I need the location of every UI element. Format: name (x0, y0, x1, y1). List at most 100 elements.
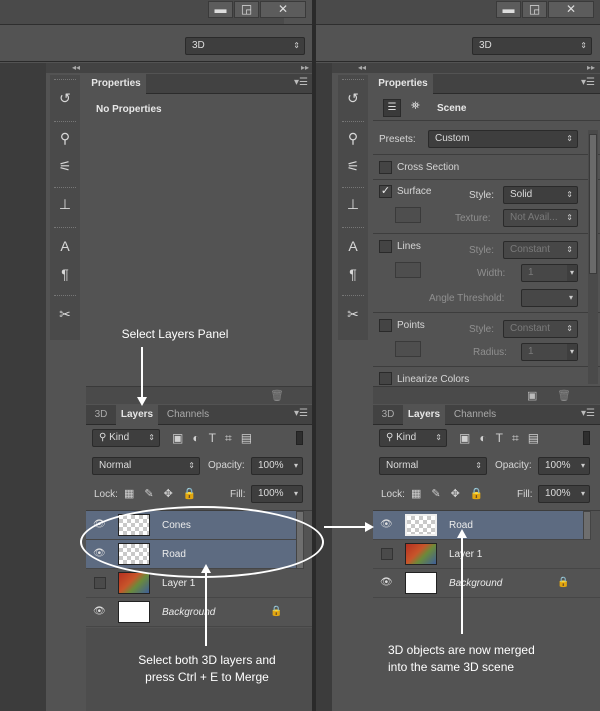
opacity-field[interactable]: 100% ▾ (251, 457, 303, 475)
layer-thumbnail (118, 601, 150, 623)
dock-collapse-bar[interactable]: ◂◂ ▸▸ (46, 63, 314, 73)
presets-dropdown[interactable]: Custom ⇕ (428, 130, 578, 148)
blend-mode-dropdown[interactable]: Normal ⇕ (92, 457, 200, 475)
surface-style-dropdown[interactable]: Solid ⇕ (503, 186, 578, 204)
lock-pixels-icon[interactable]: ✎ (431, 488, 450, 500)
visibility-toggle[interactable] (381, 548, 393, 560)
lines-checkbox[interactable] (379, 240, 392, 253)
minimize-button[interactable]: ▬ (208, 1, 233, 18)
layer-row[interactable]: 👁 Background 🔒 (86, 598, 312, 627)
history-icon[interactable]: ↺ (338, 87, 368, 109)
clone-source-icon[interactable]: ⊥ (50, 193, 80, 215)
adjustment-filter-icon[interactable]: ◐ (192, 431, 208, 445)
layers-scrollbar[interactable] (583, 511, 591, 540)
character-icon[interactable]: A (50, 235, 80, 257)
lock-pixels-icon[interactable]: ✎ (144, 488, 163, 500)
fill-field[interactable]: 100% ▾ (538, 485, 590, 503)
workspace-dropdown-value: 3D (479, 40, 492, 51)
dock-collapse-bar[interactable]: ◂◂ ▸▸ (332, 63, 600, 73)
expand-right-icon[interactable]: ▸▸ (301, 63, 309, 73)
panel-menu-icon[interactable]: ▾☰ (581, 77, 595, 88)
workspace-dropdown[interactable]: 3D ⇕ (472, 37, 592, 55)
lock-all-icon[interactable]: 🔒 (470, 488, 494, 500)
brushes-icon[interactable]: ⚲ (50, 127, 80, 149)
document-canvas[interactable] (316, 63, 332, 711)
document-canvas[interactable] (0, 63, 46, 711)
eye-icon[interactable]: 👁 (380, 578, 393, 588)
lock-transparent-icon[interactable]: ▦ (411, 488, 431, 500)
chevron-down-icon: ▾ (566, 265, 577, 281)
filter-toggle[interactable] (296, 431, 303, 445)
scene-icon[interactable]: ☰ (383, 99, 401, 117)
blend-mode-dropdown[interactable]: Normal ⇕ (379, 457, 487, 475)
points-checkbox[interactable] (379, 319, 392, 332)
type-filter-icon[interactable]: T (496, 431, 512, 445)
fill-field[interactable]: 100% ▾ (251, 485, 303, 503)
brush-presets-icon[interactable]: ⚟ (338, 155, 368, 177)
close-button[interactable]: ✕ (548, 1, 594, 18)
paragraph-icon[interactable]: ¶ (338, 263, 368, 285)
panel-menu-icon[interactable]: ▾☰ (294, 77, 308, 88)
surface-checkbox[interactable]: ✓ (379, 185, 392, 198)
pixel-filter-icon[interactable]: ▣ (172, 431, 192, 445)
tool-presets-icon[interactable]: ✂ (338, 303, 368, 325)
properties-scrollbar[interactable] (588, 130, 598, 384)
shape-filter-icon[interactable]: ⌗ (512, 431, 528, 445)
points-color-swatch[interactable] (395, 341, 421, 357)
panel-menu-icon[interactable]: ▾☰ (581, 408, 595, 419)
eye-icon[interactable]: 👁 (93, 607, 106, 617)
trash-icon[interactable]: 🗑 (270, 389, 284, 402)
kind-filter-dropdown[interactable]: ⚲ Kind ⇕ (92, 429, 160, 447)
type-filter-icon[interactable]: T (209, 431, 225, 445)
restore-button[interactable]: ◲ (234, 1, 259, 18)
smart-object-filter-icon[interactable]: ▤ (241, 431, 261, 445)
brush-presets-icon[interactable]: ⚟ (50, 155, 80, 177)
lock-transparent-icon[interactable]: ▦ (124, 488, 144, 500)
layer-row[interactable]: 👁 Background 🔒 (373, 569, 600, 598)
tab-3d[interactable]: 3D (86, 405, 116, 425)
clone-source-icon[interactable]: ⊥ (338, 193, 368, 215)
kind-filter-dropdown[interactable]: ⚲ Kind ⇕ (379, 429, 447, 447)
adjustment-filter-icon[interactable]: ◐ (479, 431, 495, 445)
visibility-toggle[interactable] (94, 577, 106, 589)
opacity-field[interactable]: 100% ▾ (538, 457, 590, 475)
pixel-filter-icon[interactable]: ▣ (459, 431, 479, 445)
shape-filter-icon[interactable]: ⌗ (225, 431, 241, 445)
collapse-left-icon[interactable]: ◂◂ (358, 63, 366, 73)
tab-layers[interactable]: Layers (403, 405, 445, 425)
layer-row[interactable]: 👁 Road (373, 511, 583, 540)
lock-position-icon[interactable]: ✥ (451, 488, 470, 500)
tool-presets-icon[interactable]: ✂ (50, 303, 80, 325)
expand-right-icon[interactable]: ▸▸ (587, 63, 595, 73)
smart-object-filter-icon[interactable]: ▤ (528, 431, 548, 445)
tab-properties[interactable]: Properties (86, 74, 146, 94)
trash-icon[interactable]: 🗑 (557, 389, 571, 402)
history-icon[interactable]: ↺ (50, 87, 80, 109)
lines-color-swatch[interactable] (395, 262, 421, 278)
close-button[interactable]: ✕ (260, 1, 306, 18)
tab-properties[interactable]: Properties (373, 74, 433, 94)
linearize-colors-checkbox[interactable] (379, 372, 392, 385)
surface-color-swatch[interactable] (395, 207, 421, 223)
lock-position-icon[interactable]: ✥ (164, 488, 183, 500)
lock-all-icon[interactable]: 🔒 (183, 488, 207, 500)
eye-icon[interactable]: 👁 (380, 520, 393, 530)
filter-toggle[interactable] (583, 431, 590, 445)
collapse-left-icon[interactable]: ◂◂ (72, 63, 80, 73)
cross-section-checkbox[interactable] (379, 161, 392, 174)
render-icon[interactable]: ▣ (527, 389, 537, 402)
character-icon[interactable]: A (338, 235, 368, 257)
panel-menu-icon[interactable]: ▾☰ (294, 408, 308, 419)
tab-layers[interactable]: Layers (116, 405, 158, 425)
brushes-icon[interactable]: ⚲ (338, 127, 368, 149)
tab-channels[interactable]: Channels (447, 405, 503, 425)
tab-3d[interactable]: 3D (373, 405, 403, 425)
scroll-thumb[interactable] (589, 134, 597, 274)
light-icon[interactable]: ⛯ (411, 100, 420, 113)
layer-row[interactable]: Layer 1 (373, 540, 600, 569)
minimize-button[interactable]: ▬ (496, 1, 521, 18)
tab-channels[interactable]: Channels (160, 405, 216, 425)
workspace-dropdown[interactable]: 3D ⇕ (185, 37, 305, 55)
restore-button[interactable]: ◲ (522, 1, 547, 18)
paragraph-icon[interactable]: ¶ (50, 263, 80, 285)
